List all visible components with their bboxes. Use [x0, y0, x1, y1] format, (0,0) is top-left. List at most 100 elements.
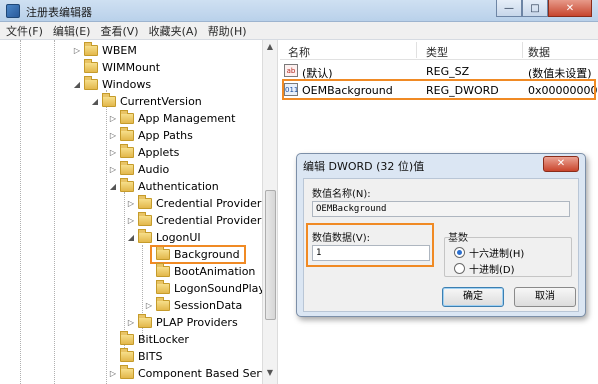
title-bar: 注册表编辑器 — □ ✕: [0, 0, 598, 22]
ok-button[interactable]: 确定: [442, 287, 504, 307]
expand-arrow-icon[interactable]: ▷: [108, 165, 118, 174]
tree-scrollbar[interactable]: ▲ ▼: [262, 40, 278, 384]
folder-icon: [84, 42, 98, 56]
menu-file[interactable]: 文件(F): [6, 23, 43, 39]
column-data-header[interactable]: 数据: [528, 44, 550, 60]
column-name-header[interactable]: 名称: [288, 44, 310, 60]
list-row-default[interactable]: ab (默认) REG_SZ (数值未设置): [280, 62, 598, 80]
scroll-down-icon[interactable]: ▼: [263, 368, 277, 382]
value-name-label: 数值名称(N):: [312, 189, 371, 200]
tree-item-wbem[interactable]: ▷ WBEM: [72, 42, 137, 59]
window-controls: — □ ✕: [496, 0, 592, 18]
value-data-label: 数值数据(V):: [312, 233, 371, 244]
tree-guide-line: [20, 40, 21, 384]
tree-guide-line: [106, 90, 107, 384]
tree-item-label: BitLocker: [138, 333, 189, 346]
column-divider[interactable]: [522, 42, 523, 58]
tree-item-label: LogonUI: [156, 231, 201, 244]
tree-item-app-management[interactable]: ▷ App Management: [108, 110, 235, 127]
menu-help[interactable]: 帮助(H): [208, 23, 247, 39]
folder-icon: [120, 110, 134, 124]
tree-item-label: App Paths: [138, 129, 193, 142]
tree-item-authentication[interactable]: ◢ Authentication: [108, 178, 219, 195]
scroll-thumb[interactable]: [265, 190, 276, 320]
tree-item-app-paths[interactable]: ▷ App Paths: [108, 127, 193, 144]
regedit-icon: [6, 4, 20, 18]
tree-item-logonui[interactable]: ◢ LogonUI: [126, 229, 201, 246]
tree-item-label: Applets: [138, 146, 180, 159]
menu-favorites[interactable]: 收藏夹(A): [149, 23, 198, 39]
tree-item-sessiondata[interactable]: ▷ SessionData: [144, 297, 242, 314]
collapse-arrow-icon[interactable]: ◢: [108, 182, 118, 191]
expand-arrow-icon[interactable]: ▷: [126, 199, 136, 208]
tree-item-bitlocker[interactable]: BitLocker: [108, 331, 189, 348]
scroll-up-icon[interactable]: ▲: [263, 42, 277, 56]
tree-item-currentversion[interactable]: ◢ CurrentVersion: [90, 93, 202, 110]
tree-item-wimmount[interactable]: WIMMount: [72, 59, 160, 76]
tree-guide-line: [54, 40, 55, 384]
tree-item-label: Component Based Servi: [138, 367, 262, 380]
registry-tree[interactable]: ▷ WBEM WIMMount ◢ Windows ◢ CurrentVersi…: [0, 40, 262, 384]
expand-arrow-icon[interactable]: ▷: [126, 216, 136, 225]
tree-item-audio[interactable]: ▷ Audio: [108, 161, 169, 178]
expand-arrow-icon[interactable]: ▷: [108, 369, 118, 378]
cancel-button[interactable]: 取消: [514, 287, 576, 307]
folder-icon: [138, 195, 152, 209]
folder-icon: [120, 365, 134, 379]
radio-button-selected[interactable]: [454, 247, 465, 258]
dialog-close-button[interactable]: ✕: [543, 156, 579, 172]
column-divider[interactable]: [416, 42, 417, 58]
list-header: 名称 类型 数据: [280, 40, 598, 60]
tree-item-credential-provider-f[interactable]: ▷ Credential Provider F: [126, 195, 262, 212]
value-type: REG_SZ: [426, 65, 470, 78]
tree-item-component-based-servicing[interactable]: ▷ Component Based Servi: [108, 365, 262, 382]
expand-arrow-icon[interactable]: ▷: [108, 148, 118, 157]
close-button[interactable]: ✕: [548, 0, 592, 17]
window-title: 注册表编辑器: [26, 6, 92, 19]
radio-button[interactable]: [454, 263, 465, 274]
expand-arrow-icon[interactable]: ▷: [126, 318, 136, 327]
tree-item-label: Audio: [138, 163, 170, 176]
collapse-arrow-icon[interactable]: ◢: [90, 97, 100, 106]
tree-item-plap-providers[interactable]: ▷ PLAP Providers: [126, 314, 238, 331]
background-highlight-box: [150, 245, 246, 264]
radio-decimal[interactable]: 十进制(D): [454, 261, 515, 276]
tree-item-bits[interactable]: BITS: [108, 348, 163, 365]
radio-hexadecimal[interactable]: 十六进制(H): [454, 245, 524, 260]
tree-item-label: PLAP Providers: [156, 316, 238, 329]
collapse-arrow-icon[interactable]: ◢: [72, 80, 82, 89]
tree-item-credential-providers[interactable]: ▷ Credential Providers: [126, 212, 262, 229]
collapse-arrow-icon[interactable]: ◢: [126, 233, 136, 242]
expand-arrow-icon[interactable]: ▷: [72, 46, 82, 55]
folder-icon: [84, 76, 98, 90]
value-data-input[interactable]: 1: [312, 245, 430, 261]
tree-item-applets[interactable]: ▷ Applets: [108, 144, 179, 161]
oembackground-highlight-box: [282, 79, 596, 100]
tree-item-label: Credential Providers: [156, 214, 262, 227]
folder-icon: [102, 93, 116, 107]
tree-item-logonsoundplayer[interactable]: LogonSoundPlaye: [144, 280, 262, 297]
tree-item-label: Credential Provider F: [156, 197, 262, 210]
dialog-title: 编辑 DWORD (32 位)值: [303, 160, 425, 173]
radio-hex-label: 十六进制(H): [469, 249, 525, 260]
menu-edit[interactable]: 编辑(E): [53, 23, 91, 39]
expand-arrow-icon[interactable]: ▷: [108, 114, 118, 123]
menu-view[interactable]: 查看(V): [100, 23, 138, 39]
value-name-field[interactable]: OEMBackground: [312, 201, 570, 217]
folder-icon: [138, 212, 152, 226]
maximize-button[interactable]: □: [522, 0, 548, 17]
folder-icon: [120, 161, 134, 175]
tree-item-label: BITS: [138, 350, 163, 363]
tree-item-label: Authentication: [138, 180, 219, 193]
edit-dword-dialog: 编辑 DWORD (32 位)值 ✕ 数值名称(N): OEMBackgroun…: [296, 153, 586, 317]
tree-item-bootanimation[interactable]: BootAnimation: [144, 263, 255, 280]
column-type-header[interactable]: 类型: [426, 44, 448, 60]
tree-item-windows[interactable]: ◢ Windows: [72, 76, 151, 93]
tree-item-label: CurrentVersion: [120, 95, 202, 108]
expand-arrow-icon[interactable]: ▷: [144, 301, 154, 310]
folder-icon: [120, 348, 134, 362]
tree-item-label: WBEM: [102, 44, 137, 57]
expand-arrow-icon[interactable]: ▷: [108, 131, 118, 140]
minimize-button[interactable]: —: [496, 0, 522, 17]
tree-item-label: Windows: [102, 78, 152, 91]
